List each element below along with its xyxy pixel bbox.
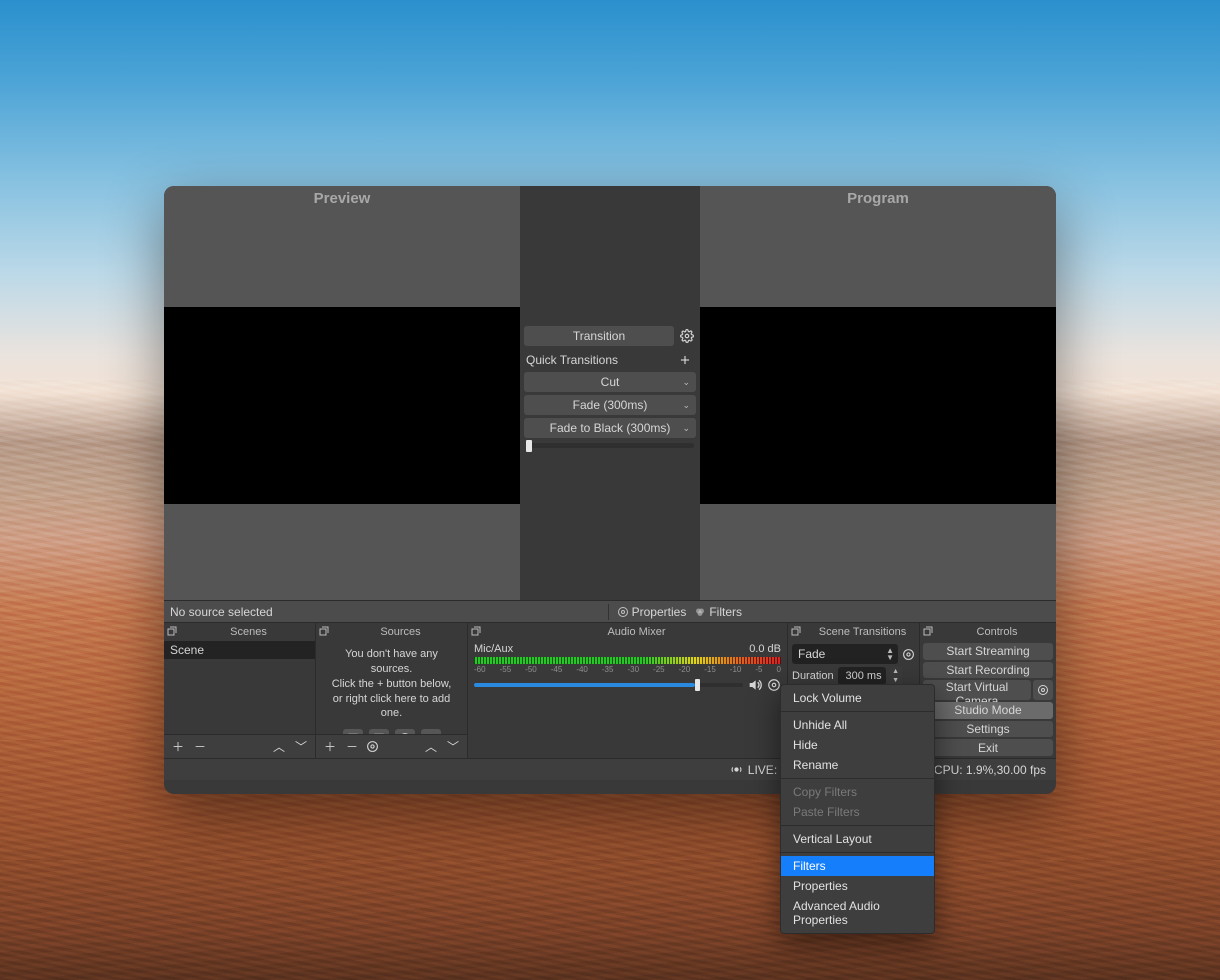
source-settings-icon[interactable] [366,740,382,753]
mixer-channel-level: 0.0 dB [749,643,781,655]
popout-icon[interactable] [318,625,332,639]
start-streaming-button[interactable]: Start Streaming [923,643,1053,660]
settings-button[interactable]: Settings [923,721,1053,738]
filters-icon [694,606,706,618]
add-quick-transition-icon[interactable] [676,351,694,369]
preview-viewport[interactable] [164,307,520,504]
virtual-camera-settings-icon[interactable] [1033,680,1053,700]
meter-ticks: -60-55-50-45-40-35-30-25-20-15-10-50 [474,665,781,674]
sources-title: Sources [336,626,465,638]
audio-mixer-dock: Audio Mixer Mic/Aux 0.0 dB -60-55-50-45-… [468,623,788,758]
transition-select[interactable]: Fade ▲▼ [792,644,898,664]
add-source-icon[interactable]: ＋ [322,738,338,755]
context-menu-item[interactable]: Properties [781,876,934,896]
quick-transition-cut[interactable]: Cut⌄ [524,372,696,392]
exit-button[interactable]: Exit [923,739,1053,756]
mixer-channel-name: Mic/Aux [474,643,513,655]
transition-settings-icon[interactable] [902,648,915,661]
remove-source-icon[interactable]: － [344,738,360,755]
program-viewport[interactable] [700,307,1056,504]
popout-icon[interactable] [790,625,804,639]
start-recording-button[interactable]: Start Recording [923,662,1053,679]
remove-scene-icon[interactable]: － [192,738,208,755]
studio-mode-row: Preview Transition Quick Transitions Cut… [164,186,1056,600]
program-panel: Program [700,186,1056,600]
duration-field[interactable] [838,667,886,685]
camera-source-icon [421,729,441,734]
audio-meter [474,657,781,664]
mixer-channel-settings-icon[interactable] [767,678,781,692]
context-menu-item: Paste Filters [781,802,934,822]
scenes-dock: Scenes Scene ＋ － ︿ ﹀ [164,623,316,758]
sources-empty-text: You don't have any sources. Click the + … [316,641,467,725]
duration-label: Duration [792,670,834,682]
program-title: Program [700,186,1056,211]
transition-column: Transition Quick Transitions Cut⌄ Fade (… [520,186,700,600]
popout-icon[interactable] [922,625,936,639]
scene-item[interactable]: Scene [164,641,315,659]
add-scene-icon[interactable]: ＋ [170,738,186,755]
image-source-icon [343,729,363,734]
quick-transitions-label: Quick Transitions [526,353,618,367]
chevron-down-icon: ⌄ [682,377,690,388]
duration-spinner[interactable]: ▲▼ [890,667,902,685]
tbar-slider[interactable] [526,443,694,448]
context-menu-item[interactable]: Hide [781,735,934,755]
gear-icon [617,606,629,618]
mixer-title: Audio Mixer [488,626,785,638]
move-source-up-icon[interactable]: ︿ [423,738,439,755]
up-down-icon: ▲▼ [886,647,894,661]
source-filters-button[interactable]: Filters [694,605,742,619]
controls-dock: Controls Start Streaming Start Recording… [920,623,1056,758]
transition-button[interactable]: Transition [524,326,674,346]
chevron-down-icon: ⌄ [682,400,690,411]
context-menu-item[interactable]: Advanced Audio Properties [781,896,934,930]
display-source-icon [369,729,389,734]
popout-icon[interactable] [166,625,180,639]
context-menu-item[interactable]: Rename [781,755,934,775]
sources-dock: Sources You don't have any sources. Clic… [316,623,468,758]
chevron-down-icon: ⌄ [682,423,690,434]
start-virtual-camera-button[interactable]: Start Virtual Camera [923,680,1031,700]
browser-source-icon [395,729,415,734]
mixer-context-menu: Lock Volume Unhide AllHideRename Copy Filt… [780,684,935,934]
context-menu-item[interactable]: Filters [781,856,934,876]
context-menu-item[interactable]: Unhide All [781,715,934,735]
move-source-down-icon[interactable]: ﹀ [445,738,461,755]
move-scene-up-icon[interactable]: ︿ [271,738,287,755]
speaker-icon[interactable] [747,677,763,693]
context-menu-item[interactable]: Vertical Layout [781,829,934,849]
move-scene-down-icon[interactable]: ﹀ [293,738,309,755]
popout-icon[interactable] [470,625,484,639]
preview-title: Preview [164,186,520,211]
studio-mode-button[interactable]: Studio Mode [923,702,1053,719]
scene-transitions-title: Scene Transitions [808,626,917,638]
cpu-status: CPU: 1.9%,30.00 fps [934,763,1046,777]
context-menu-item: Copy Filters [781,782,934,802]
controls-title: Controls [940,626,1054,638]
scenes-title: Scenes [184,626,313,638]
quick-transition-fade[interactable]: Fade (300ms)⌄ [524,395,696,415]
transition-settings-icon[interactable] [678,327,696,345]
quick-transition-fade-to-black[interactable]: Fade to Black (300ms)⌄ [524,418,696,438]
volume-slider[interactable] [474,683,743,687]
source-toolbar: No source selected Properties Filters [164,600,1056,622]
preview-panel: Preview [164,186,520,600]
source-properties-button[interactable]: Properties [617,605,687,619]
no-source-label: No source selected [170,605,273,619]
context-menu-item[interactable]: Lock Volume [781,688,934,708]
